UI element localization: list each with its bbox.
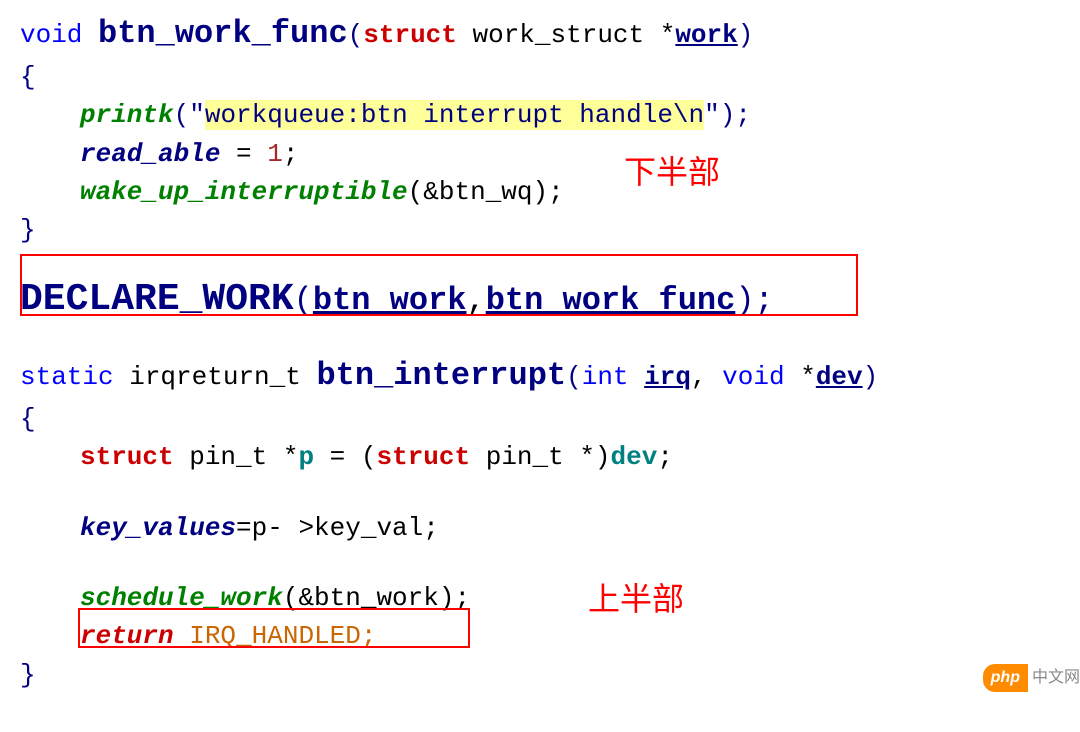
param-irq: irq (644, 362, 691, 392)
code-line: { (20, 401, 1080, 437)
paren-open: ( (348, 20, 364, 50)
brace-close: } (20, 215, 36, 245)
call-printk: printk (80, 100, 174, 130)
code-line: } (20, 212, 1080, 248)
sp (629, 362, 645, 392)
string-close: "); (704, 100, 751, 130)
code-line: printk("workqueue:btn interrupt handle\n… (20, 97, 1080, 133)
comma: , (691, 362, 722, 392)
number-literal: 1 (267, 139, 283, 169)
type-name: pin_t * (174, 442, 299, 472)
paren-close: ) (863, 362, 879, 392)
keyword-static: static (20, 362, 114, 392)
brace-close: } (20, 660, 36, 690)
type-name: pin_t *) (470, 442, 610, 472)
assign: = (220, 139, 267, 169)
keyword-int: int (582, 362, 629, 392)
annotation-top-half: 上半部 (588, 577, 684, 622)
keyword-struct: struct (376, 442, 470, 472)
var-p: p (298, 442, 314, 472)
string-literal: workqueue:btn interrupt handle\n (205, 100, 704, 130)
eq: = ( (314, 442, 376, 472)
semicolon: ; (283, 139, 299, 169)
code-line: static irqreturn_t btn_interrupt(int irq… (20, 354, 1080, 399)
star: * (785, 362, 816, 392)
code-line: wake_up_interruptible(&btn_wq); (20, 174, 1080, 210)
code-line: } (20, 657, 1080, 693)
function-name: btn_interrupt (316, 357, 566, 394)
semicolon: ; (657, 442, 673, 472)
brace-open: { (20, 404, 36, 434)
code-line: read_able = 1; (20, 136, 1080, 172)
function-name: btn_work_func (98, 15, 348, 52)
watermark: php 中文网 (983, 664, 1080, 692)
paren-open: ( (566, 362, 582, 392)
keyword-void: void (722, 362, 784, 392)
var-read-able: read_able (80, 139, 220, 169)
return-type: irqreturn_t (114, 362, 317, 392)
var-dev: dev (611, 442, 658, 472)
annotation-bottom-half: 下半部 (624, 150, 720, 195)
code-line: void btn_work_func(struct work_struct *w… (20, 12, 1080, 57)
code-line: { (20, 59, 1080, 95)
watermark-badge: php (983, 664, 1028, 692)
paren-close: ) (738, 20, 754, 50)
code-line: key_values=p- >key_val; (20, 510, 1080, 546)
var-key-values: key_values (80, 513, 236, 543)
highlight-box-declare-work (20, 254, 858, 316)
args: (&btn_wq); (408, 177, 564, 207)
param-work: work (675, 20, 737, 50)
type-name: work_struct * (457, 20, 675, 50)
highlight-box-schedule-work (78, 608, 470, 648)
keyword-struct: struct (363, 20, 457, 50)
brace-open: { (20, 62, 36, 92)
code-block: void btn_work_func(struct work_struct *w… (20, 12, 1080, 693)
keyword-struct: struct (80, 442, 174, 472)
call-wake-up: wake_up_interruptible (80, 177, 408, 207)
code-line: struct pin_t *p = (struct pin_t *)dev; (20, 439, 1080, 475)
rest: =p- >key_val; (236, 513, 439, 543)
string-open: (" (174, 100, 205, 130)
param-dev: dev (816, 362, 863, 392)
keyword-void: void (20, 20, 98, 50)
watermark-text: 中文网 (1032, 667, 1080, 689)
